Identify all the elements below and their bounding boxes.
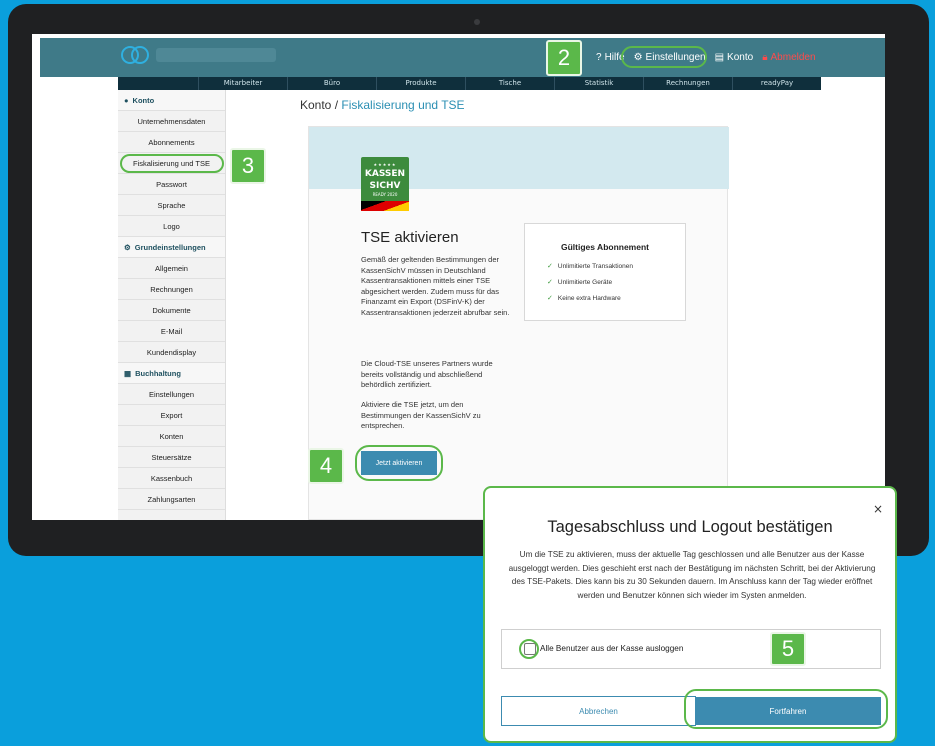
confirm-button[interactable]: Fortfahren (695, 697, 881, 725)
logout-link[interactable]: 🔒︎ Abmelden (762, 52, 815, 63)
menu-spacer (118, 77, 198, 90)
company-name-blurred (156, 48, 276, 62)
sidebar-item-fiskalisierung[interactable]: Fiskalisierung und TSE (118, 153, 225, 174)
sidebar-item[interactable]: Allgemein (118, 258, 225, 279)
tse-paragraph-3: Aktiviere die TSE jetzt, um den Bestimmu… (361, 400, 481, 430)
fiskalisierung-highlight (120, 154, 224, 173)
calculator-icon: ▦ (124, 368, 132, 378)
step-marker-4: 4 (308, 448, 344, 484)
feature-item: ✓ Unlimitierte Geräte (547, 278, 613, 287)
sidebar-item[interactable]: Logo (118, 216, 225, 237)
sidebar-item[interactable]: Kundendisplay (118, 342, 225, 363)
breadcrumb-current: Fiskalisierung und TSE (341, 98, 465, 112)
top-bar: ? Hilfe ⚙ Einstellungen ▤ Konto 🔒︎ Abmel… (40, 38, 885, 77)
menu-item[interactable]: Tische (465, 77, 554, 90)
kassensichv-badge: ★★★★★ KASSEN SICHV READY 2020 (361, 157, 409, 211)
sidebar-item[interactable]: Einstellungen (118, 384, 225, 405)
checkbox-highlight (519, 639, 539, 659)
camera-dot (474, 19, 480, 25)
settings-highlight (621, 46, 707, 68)
sidebar-item[interactable]: Kassenbuch (118, 468, 225, 489)
tse-card: ★★★★★ KASSEN SICHV READY 2020 TSE aktivi… (308, 126, 729, 520)
activate-button[interactable]: Jetzt aktivieren (361, 451, 437, 475)
sidebar-section-buchhaltung: ▦ Buchhaltung (118, 363, 225, 384)
step-marker-5: 5 (770, 632, 806, 666)
menu-item[interactable]: Produkte (376, 77, 465, 90)
document-icon: ▤ (714, 52, 725, 63)
gears-icon: ⚙ (124, 242, 131, 252)
sidebar-section-konto: ● Konto (118, 90, 225, 111)
close-icon[interactable]: × (873, 502, 883, 516)
subscription-box: Gültiges Abonnement ✓ Unlimitierte Transa… (524, 223, 686, 321)
german-flag-stripe (361, 201, 409, 211)
subscription-features: ✓ Unlimitierte Transaktionen ✓ Unlimitiert… (547, 262, 685, 303)
sidebar: ● Konto Unternehmensdaten Abonnements Fi… (118, 90, 226, 520)
confirm-dialog: × Tagesabschluss und Logout bestätigen U… (483, 486, 897, 743)
feature-item: ✓ Unlimitierte Transaktionen (547, 262, 634, 271)
logo-icon (121, 46, 149, 64)
check-icon: ✓ (547, 279, 553, 286)
menu-item[interactable]: readyPay (732, 77, 821, 90)
cancel-button[interactable]: Abbrechen (501, 696, 696, 726)
tse-title: TSE aktivieren (361, 229, 459, 246)
step-marker-3: 3 (230, 148, 266, 184)
sidebar-item[interactable]: Sprache (118, 195, 225, 216)
menu-item[interactable]: Rechnungen (643, 77, 732, 90)
person-icon: ● (124, 95, 129, 105)
tse-paragraph-1: Gemäß der geltenden Bestimmungen der Kas… (361, 255, 510, 317)
check-icon: ✓ (547, 263, 553, 270)
account-link[interactable]: ▤ Konto (715, 52, 754, 63)
lock-icon: 🔒︎ (762, 52, 768, 63)
logout-checkbox-label[interactable]: Alle Benutzer aus der Kasse ausloggen (540, 644, 683, 653)
dialog-text: Um die TSE zu aktivieren, muss der aktue… (508, 550, 876, 600)
sidebar-item[interactable]: Zahlungsarten (118, 489, 225, 510)
sidebar-item[interactable]: Abonnements (118, 132, 225, 153)
breadcrumb-root[interactable]: Konto (300, 98, 331, 112)
step-marker-2: 2 (546, 40, 582, 76)
breadcrumb-separator: / (331, 98, 342, 112)
sidebar-section-grundeinstellungen: ⚙ Grundeinstellungen (118, 237, 225, 258)
menu-item[interactable]: Statistik (554, 77, 643, 90)
sidebar-item[interactable]: Steuersätze (118, 447, 225, 468)
breadcrumb: Konto / Fiskalisierung und TSE (300, 98, 465, 112)
check-icon: ✓ (547, 295, 553, 302)
tse-paragraph-2: Die Cloud-TSE unseres Partners wurde ber… (361, 359, 493, 389)
menu-item[interactable]: Büro (287, 77, 376, 90)
sidebar-item[interactable]: Dokumente (118, 300, 225, 321)
subscription-title: Gültiges Abonnement (561, 242, 649, 252)
logout-option: Alle Benutzer aus der Kasse ausloggen 5 (501, 629, 881, 669)
sidebar-item[interactable]: Passwort (118, 174, 225, 195)
dialog-title: Tagesabschluss und Logout bestätigen (547, 518, 833, 536)
sidebar-item[interactable]: Export (118, 405, 225, 426)
sidebar-item[interactable]: Rechnungen (118, 279, 225, 300)
question-icon: ? (596, 52, 602, 63)
sidebar-item[interactable]: Konten (118, 426, 225, 447)
sidebar-item[interactable]: E-Mail (118, 321, 225, 342)
app-window: ? Hilfe ⚙ Einstellungen ▤ Konto 🔒︎ Abmel… (40, 38, 885, 520)
feature-item: ✓ Keine extra Hardware (547, 294, 621, 303)
sidebar-item[interactable]: Unternehmensdaten (118, 111, 225, 132)
main-menu: Mitarbeiter Büro Produkte Tische Statist… (118, 77, 821, 90)
menu-item[interactable]: Mitarbeiter (198, 77, 287, 90)
